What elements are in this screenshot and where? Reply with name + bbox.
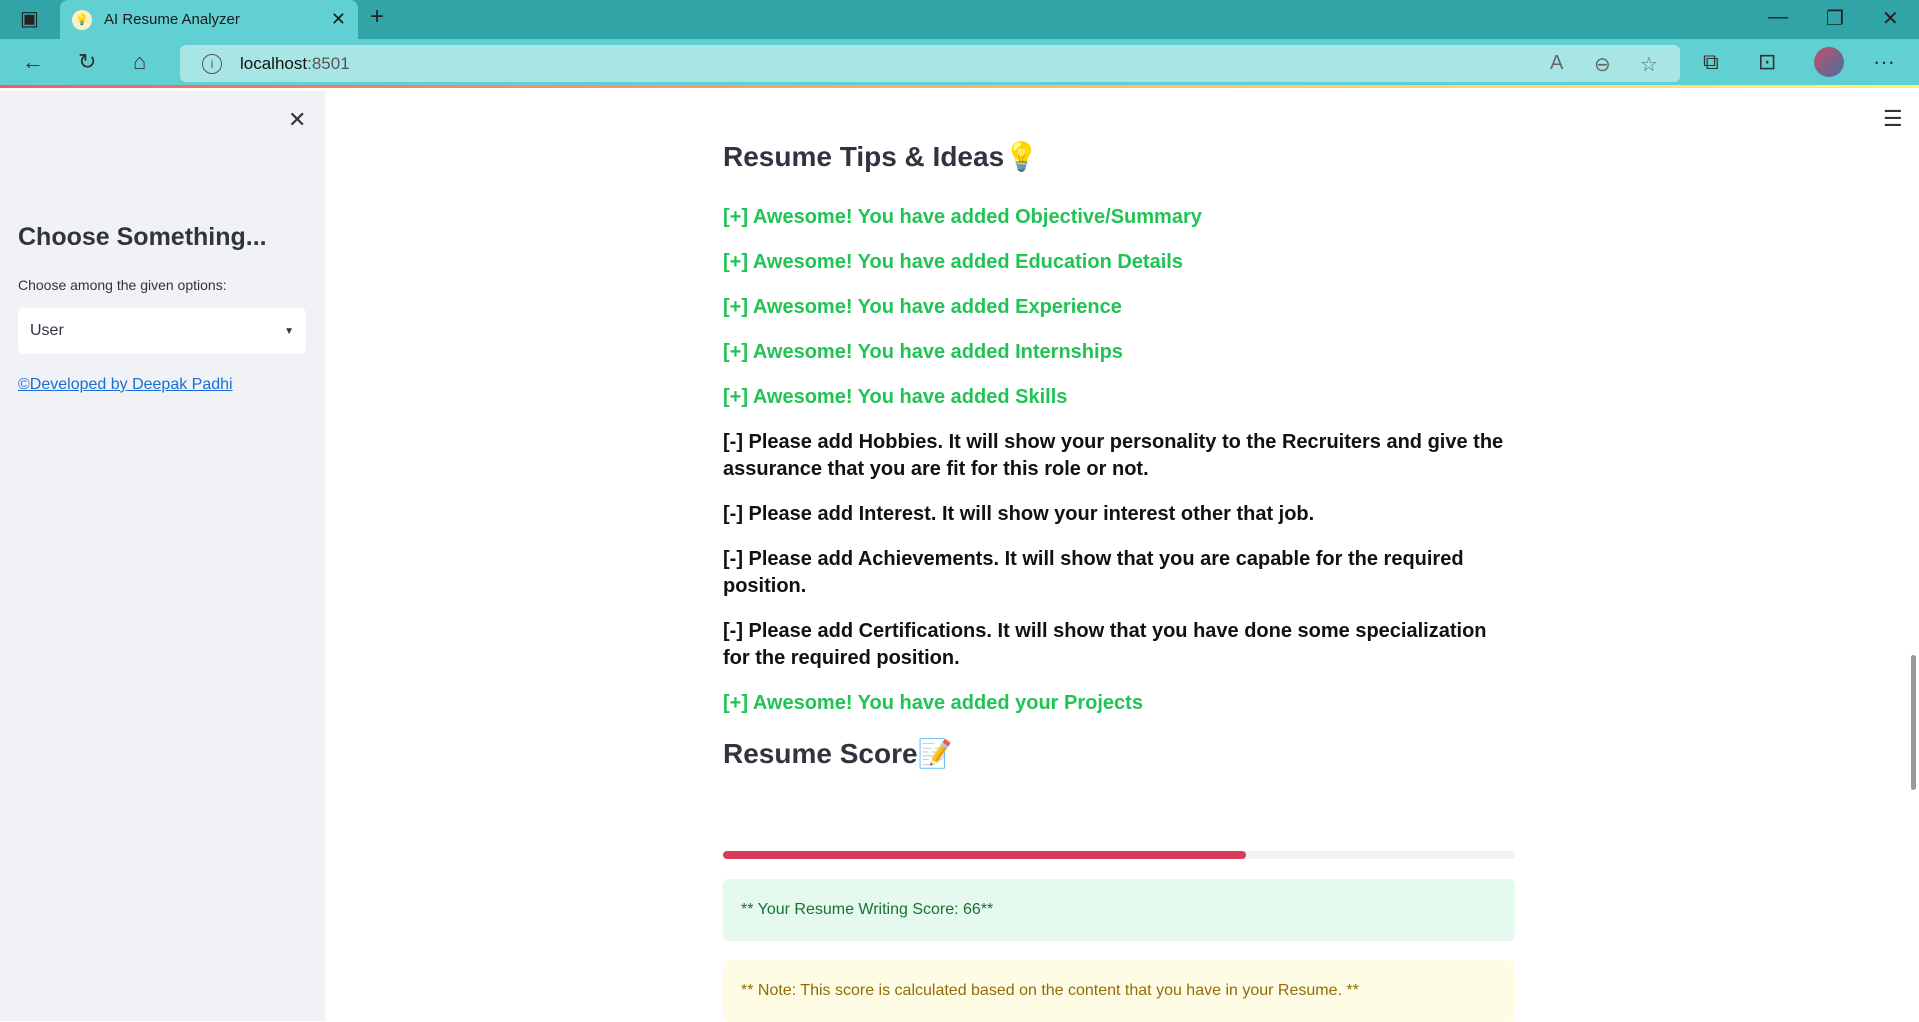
tip-item: [-] Please add Interest. It will show yo… [723,503,1315,525]
browser-tab[interactable]: 💡 AI Resume Analyzer ✕ [60,0,358,39]
note-text: ** Note: This score is calculated based … [741,982,1359,999]
profile-avatar[interactable] [1814,47,1844,77]
tab-title: AI Resume Analyzer [104,11,240,28]
select-label: Choose among the given options: [18,277,227,293]
score-progress-bar [723,851,1515,859]
tip-item: [-] Please add Certifications. It will s… [723,620,1487,669]
hamburger-menu-icon[interactable]: ☰ [1883,106,1903,132]
favorite-add-icon[interactable]: ☆ [1640,52,1658,77]
chevron-down-icon: ▼ [284,325,294,337]
progress-fill [723,851,1246,859]
tip-item: [-] Please add Achievements. It will sho… [723,548,1464,597]
tip-item: [+] Awesome! You have added Skills [723,386,1068,408]
more-icon[interactable]: ··· [1873,49,1895,75]
score-heading: Resume Score📝 [723,738,953,769]
zoom-out-icon[interactable]: ⊖ [1594,52,1611,77]
minimize-icon[interactable]: — [1768,6,1788,29]
math-solver-icon[interactable]: ⊡ [1758,49,1776,75]
browser-toolbar: ← ↻ ⌂ i localhost:8501 A ⊖ ☆ ⧉ ⊡ ··· [0,39,1919,88]
home-icon[interactable]: ⌂ [133,49,146,75]
url-port: :8501 [307,53,350,73]
refresh-icon[interactable]: ↻ [78,49,96,75]
note-warning-box: ** Note: This score is calculated based … [723,960,1515,1022]
close-window-icon[interactable]: ✕ [1882,6,1899,31]
restore-icon[interactable]: ❐ [1826,6,1844,31]
main-content: Resume Tips & Ideas💡 [+] Awesome! You ha… [723,140,1515,785]
info-icon[interactable]: i [202,53,222,74]
address-bar[interactable]: i localhost:8501 A ⊖ ☆ [180,45,1680,82]
developer-link[interactable]: ©Developed by Deepak Padhi [18,376,233,394]
tip-item: [-] Please add Hobbies. It will show you… [723,431,1504,480]
url-host: localhost [240,53,308,73]
new-tab-icon[interactable]: + [370,3,384,31]
favicon-icon: 💡 [72,9,92,30]
back-icon[interactable]: ← [22,49,44,75]
read-aloud-icon[interactable]: A [1550,52,1563,75]
sidebar: ✕ Choose Something... Choose among the g… [0,91,325,1021]
tab-bar: ▣ 💡 AI Resume Analyzer ✕ + — ❐ ✕ [0,0,1919,39]
tips-heading: Resume Tips & Ideas💡 [723,141,1040,172]
tip-item: [+] Awesome! You have added Experience [723,296,1122,318]
close-sidebar-icon[interactable]: ✕ [288,107,306,133]
tip-item: [+] Awesome! You have added Internships [723,341,1123,363]
collections-icon[interactable]: ⧉ [1703,49,1719,75]
select-value: User [30,322,64,339]
sidebar-title: Choose Something... [18,223,267,251]
score-success-box: ** Your Resume Writing Score: 66** [723,879,1515,941]
scrollbar[interactable] [1911,655,1916,790]
tab-actions-icon[interactable]: ▣ [20,6,39,31]
user-type-select[interactable]: User ▼ [18,308,306,354]
close-tab-icon[interactable]: ✕ [331,9,346,30]
tip-item: [+] Awesome! You have added Education De… [723,251,1183,273]
score-text: ** Your Resume Writing Score: 66** [741,901,994,918]
tip-item: [+] Awesome! You have added Objective/Su… [723,206,1202,228]
tips-list: [+] Awesome! You have added Objective/Su… [723,204,1515,717]
tip-item: [+] Awesome! You have added your Project… [723,692,1143,714]
